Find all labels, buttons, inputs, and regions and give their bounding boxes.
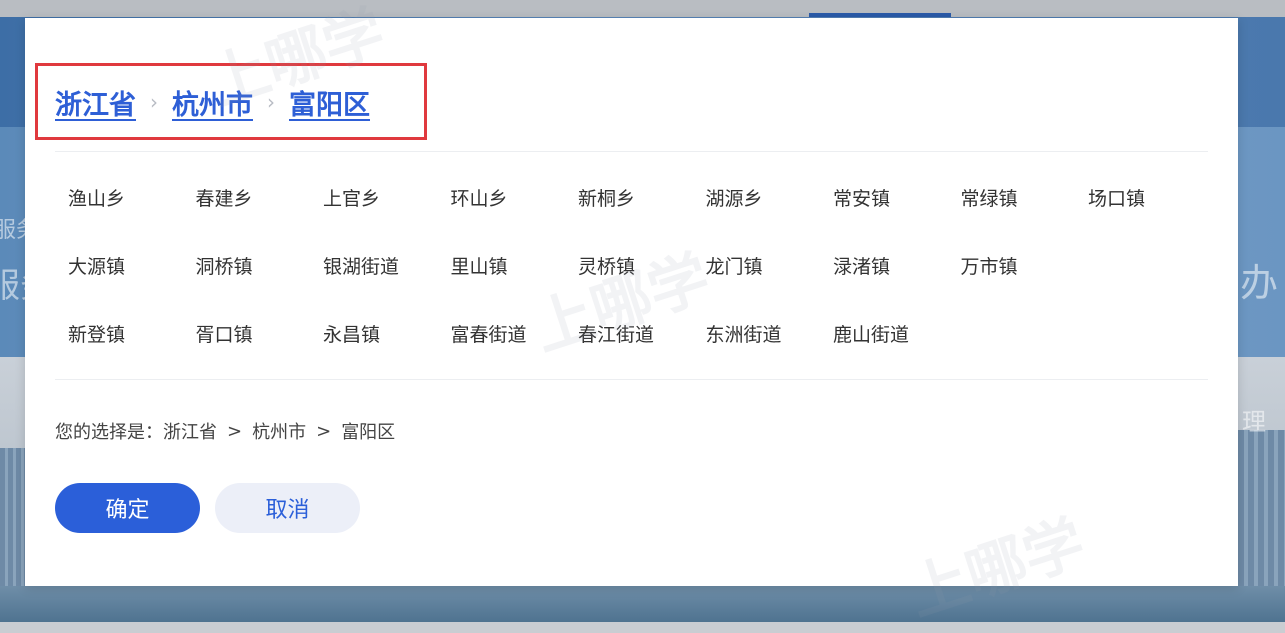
town-option[interactable]: 灵桥镇 <box>565 232 693 300</box>
town-option[interactable]: 春建乡 <box>183 164 311 232</box>
town-row: 渔山乡 春建乡 上官乡 环山乡 新桐乡 湖源乡 常安镇 常绿镇 场口镇 <box>55 164 1208 232</box>
town-option[interactable]: 龙门镇 <box>693 232 821 300</box>
town-option[interactable]: 湖源乡 <box>693 164 821 232</box>
town-option[interactable]: 环山乡 <box>438 164 566 232</box>
selection-district: 富阳区 <box>341 422 396 443</box>
town-option[interactable]: 上官乡 <box>310 164 438 232</box>
town-option[interactable]: 永昌镇 <box>310 300 438 368</box>
town-option[interactable]: 银湖街道 <box>310 232 438 300</box>
background-city-skyline-left <box>0 448 25 588</box>
background-top-bar <box>0 0 1285 17</box>
selection-separator: > <box>227 420 243 442</box>
town-option[interactable]: 渌渚镇 <box>820 232 948 300</box>
background-city-skyline-right <box>1238 430 1285 590</box>
town-option[interactable]: 胥口镇 <box>183 300 311 368</box>
town-option[interactable]: 春江街道 <box>565 300 693 368</box>
chevron-right-icon: › <box>267 90 275 114</box>
town-option[interactable]: 新登镇 <box>55 300 183 368</box>
town-option[interactable]: 里山镇 <box>438 232 566 300</box>
background-water <box>0 586 1285 622</box>
region-picker-dialog: 浙江省 › 杭州市 › 富阳区 渔山乡 春建乡 上官乡 环山乡 新桐乡 湖源乡 … <box>25 18 1238 586</box>
town-option[interactable]: 鹿山街道 <box>820 300 948 368</box>
breadcrumb-city[interactable]: 杭州市 <box>172 83 253 122</box>
town-option[interactable]: 万市镇 <box>948 232 1076 300</box>
divider <box>55 151 1208 152</box>
breadcrumb: 浙江省 › 杭州市 › 富阳区 <box>55 82 370 122</box>
town-option[interactable]: 常绿镇 <box>948 164 1076 232</box>
selection-summary: 您的选择是： 浙江省 > 杭州市 > 富阳区 <box>55 418 395 444</box>
divider <box>55 379 1208 380</box>
town-row: 新登镇 胥口镇 永昌镇 富春街道 春江街道 东洲街道 鹿山街道 <box>55 300 1208 368</box>
town-option[interactable]: 常安镇 <box>820 164 948 232</box>
town-option[interactable]: 洞桥镇 <box>183 232 311 300</box>
town-option[interactable]: 东洲街道 <box>693 300 821 368</box>
background-text: 理 <box>1242 408 1266 436</box>
town-option[interactable]: 渔山乡 <box>55 164 183 232</box>
town-option[interactable]: 富春街道 <box>438 300 566 368</box>
selection-province: 浙江省 <box>163 422 217 443</box>
town-list: 渔山乡 春建乡 上官乡 环山乡 新桐乡 湖源乡 常安镇 常绿镇 场口镇 大源镇 … <box>55 164 1208 368</box>
town-option[interactable]: 新桐乡 <box>565 164 693 232</box>
selection-city: 杭州市 <box>252 422 307 443</box>
breadcrumb-district[interactable]: 富阳区 <box>289 83 370 122</box>
chevron-right-icon: › <box>150 90 158 114</box>
background-text: 办 <box>1240 261 1279 305</box>
selection-label: 您的选择是： <box>55 422 163 443</box>
cancel-button[interactable]: 取消 <box>215 483 360 533</box>
town-option[interactable]: 场口镇 <box>1075 164 1203 232</box>
breadcrumb-province[interactable]: 浙江省 <box>55 83 136 122</box>
town-option[interactable]: 大源镇 <box>55 232 183 300</box>
town-row: 大源镇 洞桥镇 银湖街道 里山镇 灵桥镇 龙门镇 渌渚镇 万市镇 <box>55 232 1208 300</box>
confirm-button[interactable]: 确定 <box>55 483 200 533</box>
selection-separator: > <box>316 420 332 442</box>
